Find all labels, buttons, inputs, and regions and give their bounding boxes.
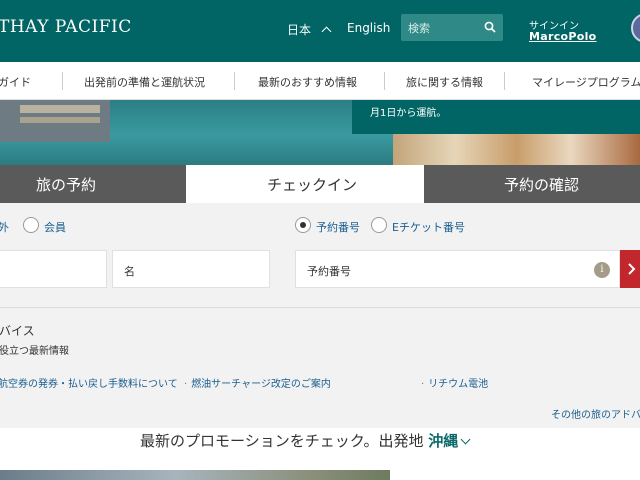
nav-divider: [384, 72, 385, 90]
advisory-link-fees-label: 航空券の発券・払い戻し手数料について: [0, 379, 178, 390]
tab-book-label: 旅の予約: [36, 176, 97, 194]
english-link[interactable]: English: [347, 21, 390, 35]
nav-divider: [234, 72, 235, 90]
nav-item-travel-info[interactable]: 旅に関する情報: [406, 74, 483, 90]
tab-manage-label: 予約の確認: [504, 176, 580, 194]
hero-promo-text: 月1日から運航。: [370, 108, 447, 119]
chevron-right-icon: [628, 263, 636, 275]
nav-item-offers[interactable]: 最新のおすすめ情報: [258, 74, 357, 90]
radio-member[interactable]: 会員: [23, 217, 66, 235]
booking-reference-field[interactable]: 予約番号: [295, 250, 620, 288]
member-avatar[interactable]: [631, 13, 640, 43]
surname-field[interactable]: [0, 250, 107, 288]
more-advisories-link[interactable]: その他の旅のアドバ: [551, 406, 640, 421]
promotion-heading: 最新のプロモーションをチェック。出発地 沖縄: [140, 430, 471, 451]
advisory-subtitle: 役立つ最新情報: [0, 346, 69, 357]
chevron-up-icon: [321, 26, 332, 37]
tab-checkin-label: チェックイン: [267, 176, 358, 194]
info-icon[interactable]: i: [594, 262, 610, 278]
radio-member-label: 会員: [44, 221, 66, 234]
tab-checkin[interactable]: チェックイン: [186, 165, 424, 203]
tab-book[interactable]: 旅の予約: [0, 165, 186, 203]
radio-left-label: 外: [0, 221, 9, 234]
nav-item-mileage[interactable]: マイレージプログラム: [532, 74, 640, 90]
radio-eticket-label: Eチケット番号: [392, 221, 465, 234]
tab-manage[interactable]: 予約の確認: [424, 165, 640, 203]
main-nav: ガイド 出発前の準備と運航状況 最新のおすすめ情報 旅に関する情報 マイレージプ…: [0, 62, 640, 100]
given-name-field[interactable]: 名: [112, 250, 270, 288]
checkin-panel: 外 会員 予約番号 Eチケット番号 名 予約番号 i バイス 役立つ最新情報 航…: [0, 203, 640, 428]
hero-promo-box[interactable]: 月1日から運航。: [352, 100, 640, 134]
brand-logo[interactable]: THAY PACIFIC: [0, 17, 132, 37]
origin-selector[interactable]: 沖縄: [428, 432, 458, 450]
nav-divider: [62, 72, 63, 90]
booking-reference-placeholder: 予約番号: [307, 265, 351, 278]
booking-tabs: 旅の予約 チェックイン 予約の確認: [0, 165, 640, 203]
chevron-down-icon[interactable]: [460, 434, 471, 445]
search-icon[interactable]: [484, 21, 496, 33]
nav-item-prep[interactable]: 出発前の準備と運航状況: [84, 74, 205, 90]
advisory-link-fees[interactable]: 航空券の発券・払い戻し手数料について: [0, 375, 178, 390]
language-selector[interactable]: 日本: [287, 21, 332, 38]
hero-banner[interactable]: 月1日から運航。: [0, 100, 640, 165]
nav-item-guide[interactable]: ガイド: [0, 74, 31, 90]
hero-image-detail: [20, 117, 100, 123]
marcopolo-link[interactable]: MarcoPolo: [529, 30, 597, 43]
panel-divider: [0, 307, 640, 308]
advisory-link-lithium-label: リチウム電池: [428, 379, 489, 390]
radio-booking-label: 予約番号: [316, 221, 360, 234]
submit-button[interactable]: [620, 250, 640, 288]
radio-member-circle[interactable]: [23, 217, 39, 233]
promotion-image-strip[interactable]: [0, 470, 390, 480]
nav-divider: [504, 72, 505, 90]
advisory-link-surcharge[interactable]: · 燃油サーチャージ改定のご案内: [184, 375, 331, 390]
bullet-icon: ·: [421, 379, 425, 390]
radio-booking[interactable]: 予約番号: [295, 217, 360, 235]
hero-image-houses: [393, 134, 640, 165]
advisory-link-surcharge-label: 燃油サーチャージ改定のご案内: [191, 379, 331, 390]
bullet-icon: ·: [184, 379, 188, 390]
promotion-heading-text: 最新のプロモーションをチェック。出発地: [140, 432, 424, 450]
advisory-link-lithium[interactable]: · リチウム電池: [421, 375, 488, 390]
radio-eticket[interactable]: Eチケット番号: [371, 217, 465, 235]
radio-booking-circle[interactable]: [295, 217, 311, 233]
language-label: 日本: [287, 23, 312, 37]
search-box[interactable]: 検索: [401, 14, 503, 41]
given-name-placeholder: 名: [124, 265, 135, 278]
hero-image-detail: [20, 105, 100, 113]
search-input[interactable]: 検索: [408, 20, 430, 36]
page: THAY PACIFIC 日本 English 検索 サインイン MarcoPo…: [0, 0, 640, 480]
top-header: THAY PACIFIC 日本 English 検索 サインイン MarcoPo…: [0, 0, 640, 62]
radio-eticket-circle[interactable]: [371, 217, 387, 233]
advisory-title: バイス: [0, 324, 35, 338]
